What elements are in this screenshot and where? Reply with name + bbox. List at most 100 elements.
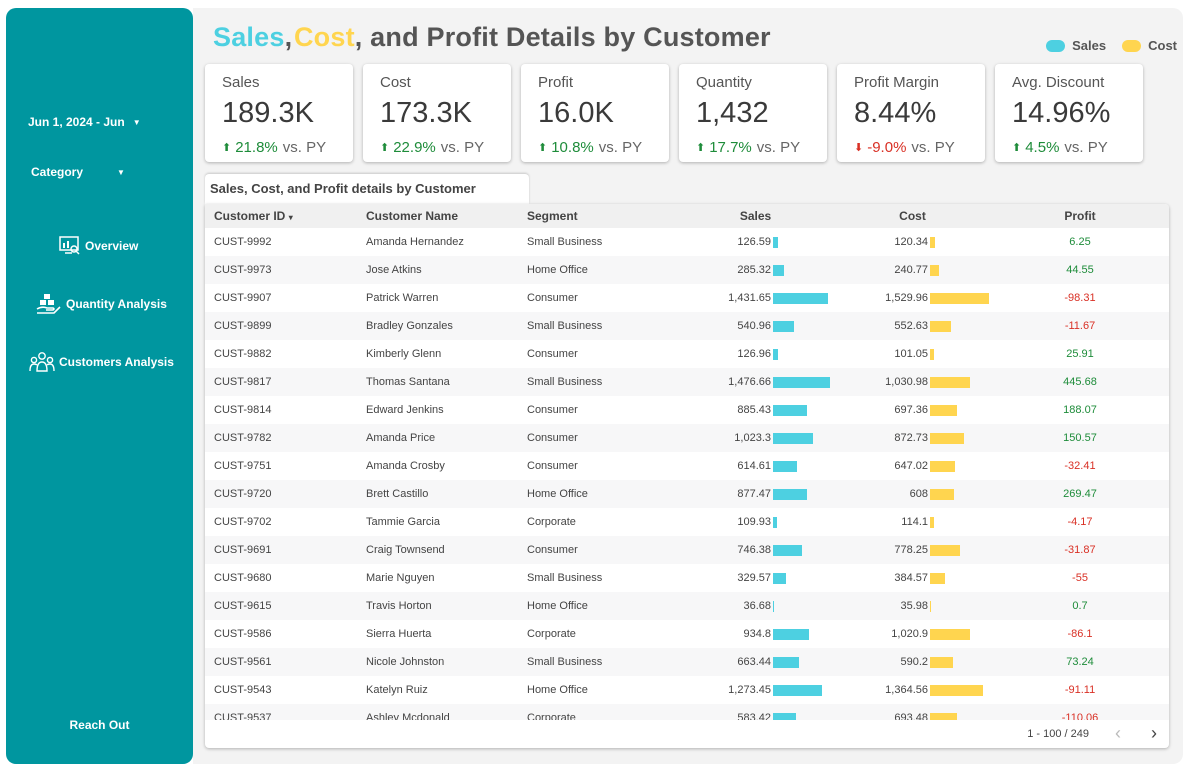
table-row[interactable]: CUST-9691 Craig Townsend Consumer 746.38 778… xyxy=(205,536,1169,564)
col-header-cost[interactable]: Cost xyxy=(834,209,991,223)
table-row[interactable]: CUST-9586 Sierra Huerta Corporate 934.8 1,02… xyxy=(205,620,1169,648)
nav-overview[interactable]: Overview xyxy=(59,236,138,256)
cell-segment: Home Office xyxy=(527,600,588,612)
cell-profit: -110.06 xyxy=(1061,712,1099,720)
nav-customers-analysis[interactable]: Customers Analysis xyxy=(29,351,174,373)
table-row[interactable]: CUST-9615 Travis Horton Home Office 36.68 35… xyxy=(205,592,1169,620)
cell-cost: 1,030.98 xyxy=(834,376,991,388)
nav-quantity-analysis[interactable]: Quantity Analysis xyxy=(36,293,167,315)
cost-bar xyxy=(930,264,939,276)
sales-bar xyxy=(773,460,797,472)
table-row[interactable]: CUST-9537 Ashley Mcdonald Corporate 583.42 6… xyxy=(205,704,1169,720)
kpi-card-cost: Cost 173.3K ⬆ 22.9% vs. PY xyxy=(363,64,511,162)
arrow-up-icon: ⬆ xyxy=(380,142,390,154)
cell-cost-value: 608 xyxy=(909,488,928,500)
col-header-profit[interactable]: Profit xyxy=(991,209,1169,223)
cell-cost: 114.1 xyxy=(834,516,991,528)
cell-customer-name: Kimberly Glenn xyxy=(366,348,442,360)
cell-customer-name: Amanda Crosby xyxy=(366,460,445,472)
kpi-change: ⬇ -9.0% vs. PY xyxy=(854,139,955,156)
table-row[interactable]: CUST-9782 Amanda Price Consumer 1,023.3 872.… xyxy=(205,424,1169,452)
customer-table: Customer ID ▾ Customer Name Segment Sale… xyxy=(205,204,1169,748)
cell-cost: 120.34 xyxy=(834,236,991,248)
cell-sales-value: 126.59 xyxy=(737,236,771,248)
sales-bar xyxy=(773,544,802,556)
col-header-customer-id-label: Customer ID xyxy=(214,209,286,223)
kpi-change-suffix: vs. PY xyxy=(1064,139,1108,156)
cell-customer-name: Jose Atkins xyxy=(366,264,422,276)
col-header-customer-name[interactable]: Customer Name xyxy=(366,209,527,223)
kpi-card-sales: Sales 189.3K ⬆ 21.8% vs. PY xyxy=(205,64,353,162)
table-row[interactable]: CUST-9817 Thomas Santana Small Business 1,4… xyxy=(205,368,1169,396)
chart-legend: Sales Cost xyxy=(1046,38,1177,53)
sales-bar xyxy=(773,404,807,416)
cell-sales-value: 614.61 xyxy=(737,460,771,472)
cell-cost-value: 1,364.56 xyxy=(885,684,928,696)
cell-profit: -86.1 xyxy=(1067,628,1093,640)
cost-bar xyxy=(930,460,955,472)
table-row[interactable]: CUST-9702 Tammie Garcia Corporate 109.93 114… xyxy=(205,508,1169,536)
table-row[interactable]: CUST-9882 Kimberly Glenn Consumer 126.96 101… xyxy=(205,340,1169,368)
cell-profit: -55 xyxy=(1072,572,1088,584)
cell-profit: -31.87 xyxy=(1064,544,1096,556)
cell-customer-id: CUST-9992 xyxy=(214,236,272,248)
reach-out-link[interactable]: Reach Out xyxy=(6,718,193,732)
cell-cost-value: 778.25 xyxy=(894,544,928,556)
arrow-up-icon: ⬆ xyxy=(1012,142,1022,154)
table-body[interactable]: CUST-9992 Amanda Hernandez Small Business 1… xyxy=(205,228,1169,720)
legend-label-sales: Sales xyxy=(1072,38,1107,53)
cost-bar xyxy=(930,292,989,304)
cell-customer-id: CUST-9751 xyxy=(214,460,272,472)
cost-bar xyxy=(930,404,957,416)
cell-cost: 693.48 xyxy=(834,712,991,720)
table-row[interactable]: CUST-9561 Nicole Johnston Small Business 66… xyxy=(205,648,1169,676)
legend-cost[interactable]: Cost xyxy=(1122,38,1177,53)
cell-sales: 126.96 xyxy=(677,348,834,360)
col-header-sales[interactable]: Sales xyxy=(677,209,834,223)
cell-sales: 36.68 xyxy=(677,600,834,612)
cell-sales: 885.43 xyxy=(677,404,834,416)
category-filter[interactable]: Category ▼ xyxy=(31,165,125,179)
cell-cost-value: 114.1 xyxy=(901,516,928,528)
date-range-filter[interactable]: Jun 1, 2024 - Jun ▼ xyxy=(28,115,141,129)
cost-bar xyxy=(930,236,935,248)
legend-sales[interactable]: Sales xyxy=(1046,38,1106,53)
table-row[interactable]: CUST-9543 Katelyn Ruiz Home Office 1,273.45… xyxy=(205,676,1169,704)
table-row[interactable]: CUST-9720 Brett Castillo Home Office 877.47… xyxy=(205,480,1169,508)
arrow-down-icon: ⬇ xyxy=(854,142,864,154)
cell-customer-name: Sierra Huerta xyxy=(366,628,432,640)
table-row[interactable]: CUST-9992 Amanda Hernandez Small Business 1… xyxy=(205,228,1169,256)
table-row[interactable]: CUST-9680 Marie Nguyen Small Business 329.5… xyxy=(205,564,1169,592)
cell-sales-value: 746.38 xyxy=(737,544,771,556)
kpi-value: 173.3K xyxy=(380,97,472,129)
cell-profit: 44.55 xyxy=(1066,264,1094,276)
cell-sales-value: 583.42 xyxy=(737,712,771,720)
cell-customer-id: CUST-9561 xyxy=(214,656,272,668)
col-header-segment[interactable]: Segment xyxy=(527,209,677,223)
table-row[interactable]: CUST-9899 Bradley Gonzales Small Business 5… xyxy=(205,312,1169,340)
pagination: 1 - 100 / 249 ‹ › xyxy=(205,720,1169,748)
cost-bar xyxy=(930,544,960,556)
cell-sales: 934.8 xyxy=(677,628,834,640)
cell-segment: Home Office xyxy=(527,488,588,500)
chevron-right-icon[interactable]: › xyxy=(1151,723,1157,744)
table-row[interactable]: CUST-9973 Jose Atkins Home Office 285.32 240… xyxy=(205,256,1169,284)
col-header-customer-id[interactable]: Customer ID ▾ xyxy=(205,209,366,223)
kpi-label: Profit xyxy=(538,74,574,91)
kpi-change: ⬆ 21.8% vs. PY xyxy=(222,139,326,156)
table-row[interactable]: CUST-9907 Patrick Warren Consumer 1,431.65 1… xyxy=(205,284,1169,312)
nav-quantity-label: Quantity Analysis xyxy=(66,297,167,311)
table-row[interactable]: CUST-9751 Amanda Crosby Consumer 614.61 647.… xyxy=(205,452,1169,480)
chevron-left-icon[interactable]: ‹ xyxy=(1115,723,1121,744)
cell-sales-value: 885.43 xyxy=(737,404,771,416)
cell-cost-value: 872.73 xyxy=(894,432,928,444)
cell-customer-id: CUST-9615 xyxy=(214,600,272,612)
sidebar: Jun 1, 2024 - Jun ▼ Category ▼ Overview … xyxy=(6,8,193,764)
cell-sales: 877.47 xyxy=(677,488,834,500)
title-rest: , and Profit Details by Customer xyxy=(354,22,771,52)
kpi-change: ⬆ 4.5% vs. PY xyxy=(1012,139,1108,156)
table-row[interactable]: CUST-9814 Edward Jenkins Consumer 885.43 697… xyxy=(205,396,1169,424)
cell-cost: 872.73 xyxy=(834,432,991,444)
cell-customer-name: Tammie Garcia xyxy=(366,516,440,528)
cell-segment: Consumer xyxy=(527,432,578,444)
